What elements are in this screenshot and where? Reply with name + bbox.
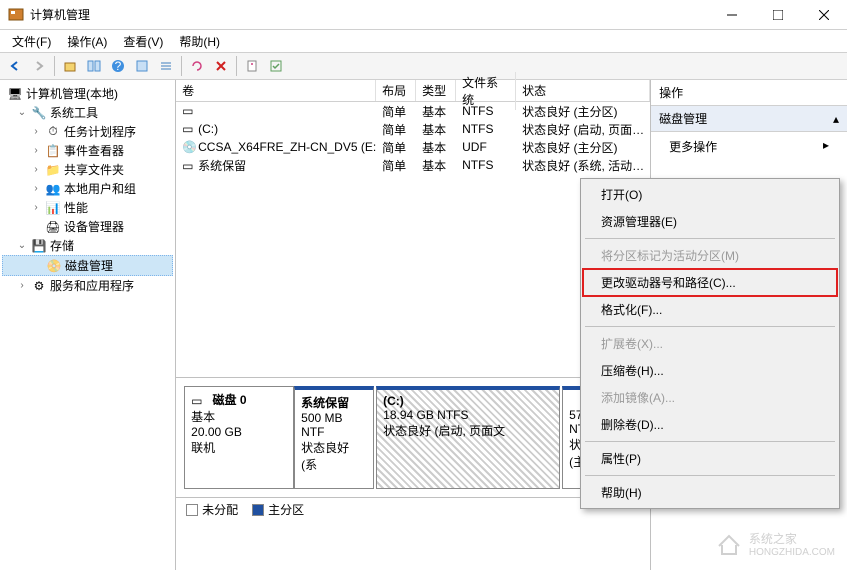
volume-row[interactable]: ▭简单基本NTFS状态良好 (主分区) xyxy=(176,102,650,120)
perf-icon: 📊 xyxy=(45,200,61,216)
volume-row[interactable]: ▭(C:)简单基本NTFS状态良好 (启动, 页面… xyxy=(176,120,650,138)
menu-action[interactable]: 操作(A) xyxy=(61,31,113,52)
chevron-right-icon: › xyxy=(30,183,42,194)
tree-system-tools[interactable]: ⌄🔧系统工具 xyxy=(2,103,173,122)
menu-file[interactable]: 文件(F) xyxy=(6,31,57,52)
menu-help[interactable]: 帮助(H) xyxy=(173,31,226,52)
clock-icon: ⏱ xyxy=(45,124,61,140)
chevron-down-icon: ⌄ xyxy=(16,240,28,251)
props-button[interactable] xyxy=(241,55,263,77)
ctx-props[interactable]: 属性(P) xyxy=(583,445,837,472)
window-title: 计算机管理 xyxy=(30,6,709,23)
settings-button[interactable] xyxy=(131,55,153,77)
forward-button[interactable] xyxy=(28,55,50,77)
delete-button[interactable] xyxy=(210,55,232,77)
context-menu: 打开(O) 资源管理器(E) 将分区标记为活动分区(M) 更改驱动器号和路径(C… xyxy=(580,178,840,509)
services-icon: ⚙ xyxy=(31,278,47,294)
col-volume[interactable]: 卷 xyxy=(176,80,376,101)
tree-device-manager[interactable]: 🖨设备管理器 xyxy=(2,217,173,236)
chevron-down-icon: ⌄ xyxy=(16,107,28,118)
folder-icon: 📁 xyxy=(45,162,61,178)
drive-icon: ▭ xyxy=(182,159,196,171)
tree-task-scheduler[interactable]: ›⏱任务计划程序 xyxy=(2,122,173,141)
actions-disk-mgmt[interactable]: 磁盘管理▴ xyxy=(651,106,847,132)
toolbar: ? xyxy=(0,52,847,80)
tree-local-users[interactable]: ›👥本地用户和组 xyxy=(2,179,173,198)
app-icon xyxy=(8,7,24,23)
chevron-right-icon: ▸ xyxy=(823,138,829,155)
tree-performance[interactable]: ›📊性能 xyxy=(2,198,173,217)
actions-more[interactable]: 更多操作▸ xyxy=(651,132,847,161)
check-button[interactable] xyxy=(265,55,287,77)
chevron-right-icon: › xyxy=(30,145,42,156)
close-button[interactable] xyxy=(801,0,847,30)
hdd-icon: ▭ xyxy=(191,394,209,408)
drive-icon: ▭ xyxy=(182,104,196,116)
view-button[interactable] xyxy=(83,55,105,77)
minimize-button[interactable] xyxy=(709,0,755,30)
tree-disk-mgmt[interactable]: 📀磁盘管理 xyxy=(2,255,173,276)
tools-icon: 🔧 xyxy=(31,105,47,121)
volume-row[interactable]: 💿CCSA_X64FRE_ZH-CN_DV5 (E:)简单基本UDF状态良好 (… xyxy=(176,138,650,156)
menu-view[interactable]: 查看(V) xyxy=(117,31,169,52)
ctx-mark-active: 将分区标记为活动分区(M) xyxy=(583,242,837,269)
event-icon: 📋 xyxy=(45,143,61,159)
chevron-right-icon: › xyxy=(30,126,42,137)
volume-row[interactable]: ▭系统保留简单基本NTFS状态良好 (系统, 活动… xyxy=(176,156,650,174)
tree-pane: 🖥计算机管理(本地) ⌄🔧系统工具 ›⏱任务计划程序 ›📋事件查看器 ›📁共享文… xyxy=(0,80,176,570)
titlebar: 计算机管理 xyxy=(0,0,847,30)
ctx-explorer[interactable]: 资源管理器(E) xyxy=(583,208,837,235)
ctx-help[interactable]: 帮助(H) xyxy=(583,479,837,506)
ctx-extend: 扩展卷(X)... xyxy=(583,330,837,357)
actions-title: 操作 xyxy=(651,80,847,106)
ctx-format[interactable]: 格式化(F)... xyxy=(583,296,837,323)
ctx-mirror: 添加镜像(A)... xyxy=(583,384,837,411)
tree-shared-folders[interactable]: ›📁共享文件夹 xyxy=(2,160,173,179)
cd-icon: 💿 xyxy=(182,140,196,152)
collapse-icon: ▴ xyxy=(833,112,839,126)
partition-system-reserved[interactable]: 系统保留 500 MB NTF 状态良好 (系 xyxy=(294,386,374,489)
maximize-button[interactable] xyxy=(755,0,801,30)
ctx-delete[interactable]: 删除卷(D)... xyxy=(583,411,837,438)
disk-info[interactable]: ▭ 磁盘 0 基本 20.00 GB 联机 xyxy=(184,386,294,489)
drive-icon: ▭ xyxy=(182,122,196,134)
help-button[interactable]: ? xyxy=(107,55,129,77)
tree-event-viewer[interactable]: ›📋事件查看器 xyxy=(2,141,173,160)
col-status[interactable]: 状态 xyxy=(516,80,650,101)
device-icon: 🖨 xyxy=(45,219,61,235)
volume-header: 卷 布局 类型 文件系统 状态 xyxy=(176,80,650,102)
svg-text:?: ? xyxy=(115,59,122,73)
legend-unalloc-icon xyxy=(186,504,198,516)
chevron-right-icon: › xyxy=(30,164,42,175)
back-button[interactable] xyxy=(4,55,26,77)
storage-icon: 💾 xyxy=(31,238,47,254)
up-button[interactable] xyxy=(59,55,81,77)
ctx-shrink[interactable]: 压缩卷(H)... xyxy=(583,357,837,384)
menubar: 文件(F) 操作(A) 查看(V) 帮助(H) xyxy=(0,30,847,52)
legend-primary-icon xyxy=(252,504,264,516)
users-icon: 👥 xyxy=(45,181,61,197)
ctx-open[interactable]: 打开(O) xyxy=(583,181,837,208)
refresh-button[interactable] xyxy=(186,55,208,77)
col-layout[interactable]: 布局 xyxy=(376,80,416,101)
tree-root[interactable]: 🖥计算机管理(本地) xyxy=(2,84,173,103)
partition-c[interactable]: (C:) 18.94 GB NTFS 状态良好 (启动, 页面文 xyxy=(376,386,560,489)
ctx-change-drive-letter[interactable]: 更改驱动器号和路径(C)... xyxy=(583,269,837,296)
tree-storage[interactable]: ⌄💾存储 xyxy=(2,236,173,255)
chevron-right-icon: › xyxy=(30,202,42,213)
list-button[interactable] xyxy=(155,55,177,77)
chevron-right-icon: › xyxy=(16,280,28,291)
tree-services-apps[interactable]: ›⚙服务和应用程序 xyxy=(2,276,173,295)
disk-icon: 📀 xyxy=(46,258,62,274)
computer-icon: 🖥 xyxy=(7,86,23,102)
col-type[interactable]: 类型 xyxy=(416,80,456,101)
